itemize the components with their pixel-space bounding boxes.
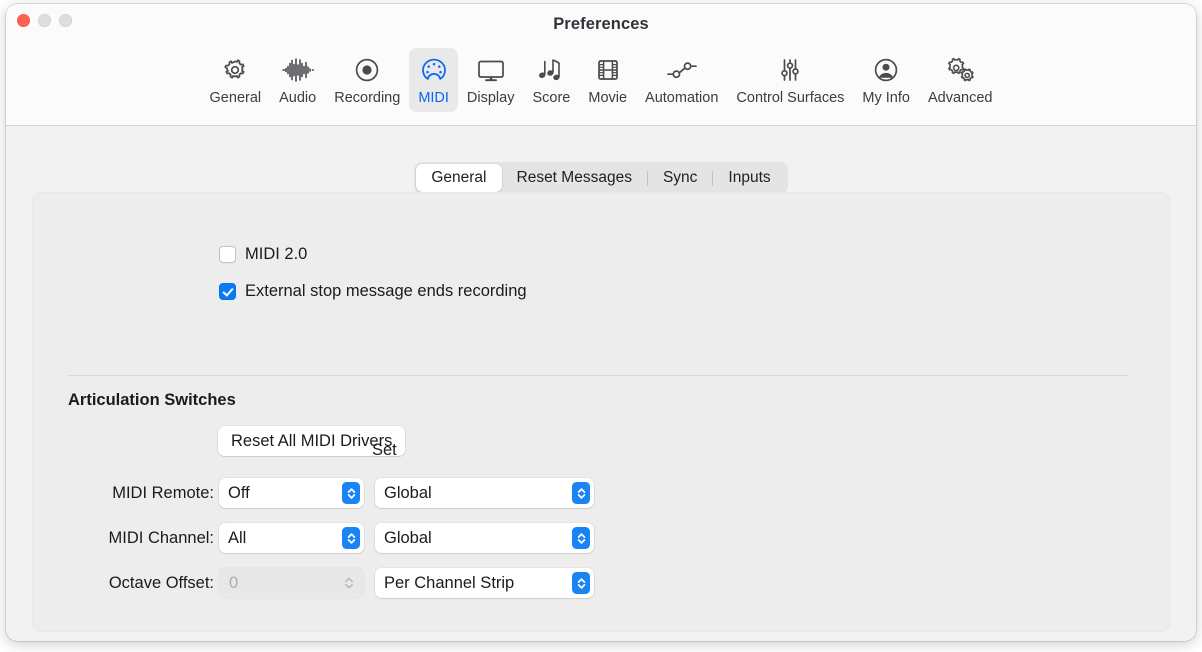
toolbar-label: Movie <box>588 90 627 107</box>
chevron-up-down-icon <box>572 527 590 549</box>
toolbar-item-recording[interactable]: Recording <box>325 48 409 112</box>
tab-inputs[interactable]: Inputs <box>713 164 785 192</box>
toolbar-label: Recording <box>334 90 400 107</box>
toolbar-item-automation[interactable]: Automation <box>636 48 727 112</box>
page-title: Preferences <box>6 15 1196 34</box>
checkbox-label: MIDI 2.0 <box>245 245 307 264</box>
person-circle-icon <box>872 55 900 85</box>
sliders-icon <box>776 55 804 85</box>
popup-value: Per Channel Strip <box>375 574 572 593</box>
toolbar-label: Display <box>467 90 515 107</box>
segmented-control: General Reset Messages Sync Inputs <box>414 162 787 194</box>
toolbar-item-display[interactable]: Display <box>458 48 524 112</box>
preferences-content: General Reset Messages Sync Inputs <box>6 126 1196 640</box>
monitor-icon <box>475 55 507 85</box>
toolbar-item-advanced[interactable]: Advanced <box>919 48 1002 112</box>
chevron-up-down-icon <box>572 572 590 594</box>
midi-channel-popup[interactable]: All <box>219 523 364 553</box>
music-notes-icon <box>536 55 566 85</box>
toolbar-item-score[interactable]: Score <box>523 48 579 112</box>
toolbar-item-midi[interactable]: MIDI <box>409 48 458 112</box>
octave-offset-stepper[interactable]: 0 <box>219 568 364 598</box>
midi-2-checkbox[interactable] <box>219 246 236 263</box>
tab-general[interactable]: General <box>416 164 501 192</box>
settings-panel: MIDI 2.0 External stop message ends reco… <box>32 192 1170 632</box>
toolbar-item-my-info[interactable]: My Info <box>853 48 919 112</box>
checkbox-row-external-stop[interactable]: External stop message ends recording <box>219 282 527 301</box>
film-strip-icon <box>594 55 622 85</box>
chevron-up-down-icon <box>572 482 590 504</box>
button-label: Reset All MIDI Drivers <box>231 432 392 451</box>
checkbox-row-midi-2[interactable]: MIDI 2.0 <box>219 245 307 264</box>
toolbar-label: Audio <box>279 90 316 107</box>
octave-offset-label: Octave Offset: <box>42 574 214 593</box>
checkbox-label: External stop message ends recording <box>245 282 527 301</box>
midi-channel-label: MIDI Channel: <box>42 529 214 548</box>
chevron-up-down-icon <box>340 572 358 594</box>
toolbar-label: MIDI <box>418 90 449 107</box>
toolbar-item-movie[interactable]: Movie <box>579 48 636 112</box>
midi-din-icon <box>419 55 449 85</box>
toolbar-item-general[interactable]: General <box>201 48 271 112</box>
articulation-switches-heading: Articulation Switches <box>68 391 236 410</box>
popup-value: All <box>219 529 342 548</box>
toolbar-label: Score <box>532 90 570 107</box>
midi-remote-set-popup[interactable]: Global <box>375 478 594 508</box>
external-stop-checkbox[interactable] <box>219 283 236 300</box>
midi-remote-label: MIDI Remote: <box>42 484 214 503</box>
popup-value: Global <box>375 529 572 548</box>
toolbar-label: My Info <box>862 90 910 107</box>
set-column-header: Set <box>372 441 397 460</box>
preferences-window: Preferences General <box>6 4 1196 641</box>
toolbar-item-audio[interactable]: Audio <box>270 48 325 112</box>
tab-label: Sync <box>663 169 697 187</box>
tab-label: Reset Messages <box>517 169 632 187</box>
toolbar-label: Control Surfaces <box>736 90 844 107</box>
midi-channel-set-popup[interactable]: Global <box>375 523 594 553</box>
midi-remote-popup[interactable]: Off <box>219 478 364 508</box>
chevron-up-down-icon <box>342 527 360 549</box>
automation-nodes-icon <box>664 55 700 85</box>
toolbar-item-control-surfaces[interactable]: Control Surfaces <box>727 48 853 112</box>
double-gear-icon <box>944 55 976 85</box>
tab-label: General <box>431 169 486 187</box>
toolbar-label: Automation <box>645 90 718 107</box>
stepper-value: 0 <box>219 574 340 593</box>
popup-value: Global <box>375 484 572 503</box>
tab-sync[interactable]: Sync <box>648 164 712 192</box>
tab-reset-messages[interactable]: Reset Messages <box>502 164 647 192</box>
record-circle-icon <box>353 55 381 85</box>
gear-icon <box>221 55 249 85</box>
popup-value: Off <box>219 484 342 503</box>
toolbar-label: Advanced <box>928 90 993 107</box>
toolbar-label: General <box>210 90 262 107</box>
waveform-icon <box>281 55 315 85</box>
chevron-up-down-icon <box>342 482 360 504</box>
preferences-toolbar: General Audio <box>6 48 1196 112</box>
window-titlebar: Preferences General <box>6 4 1196 126</box>
tab-label: Inputs <box>728 169 770 187</box>
section-divider <box>68 375 1128 376</box>
octave-offset-set-popup[interactable]: Per Channel Strip <box>375 568 594 598</box>
tab-bar: General Reset Messages Sync Inputs <box>6 162 1196 194</box>
